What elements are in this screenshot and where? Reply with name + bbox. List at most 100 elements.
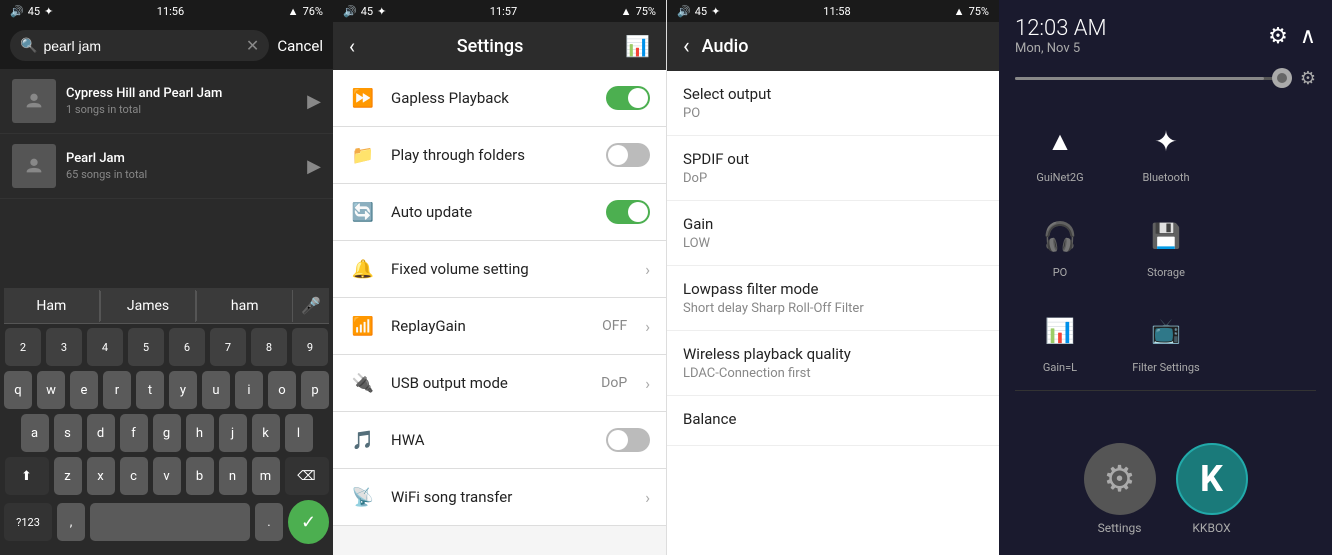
- key-f[interactable]: f: [120, 414, 148, 452]
- audio-item-spdif[interactable]: SPDIF out DoP: [667, 136, 999, 201]
- settings-app-icon[interactable]: ⚙ Settings: [1084, 443, 1156, 535]
- settings-gear-icon[interactable]: ⚙: [1268, 24, 1288, 49]
- key-s[interactable]: s: [54, 414, 82, 452]
- quick-tile-bluetooth[interactable]: ✦ Bluetooth: [1113, 101, 1219, 196]
- quick-tile-gain[interactable]: 📊 Gain=L: [1007, 291, 1113, 386]
- equalizer-icon[interactable]: 📊: [625, 34, 650, 58]
- settings-item-wifi[interactable]: 📡 WiFi song transfer ›: [333, 469, 666, 526]
- audio-item-balance[interactable]: Balance: [667, 396, 999, 446]
- collapse-icon[interactable]: ∧: [1300, 24, 1316, 49]
- key-enter[interactable]: ✓: [288, 500, 329, 544]
- quick-tile-guinet2g[interactable]: ▲ GuiNet2G: [1007, 101, 1113, 196]
- key-6[interactable]: 6: [169, 328, 205, 366]
- key-space[interactable]: [90, 503, 250, 541]
- key-m[interactable]: m: [252, 457, 280, 495]
- settings-item-hwa[interactable]: 🎵 HWA: [333, 412, 666, 469]
- cancel-button[interactable]: Cancel: [277, 37, 323, 55]
- audio-back-icon[interactable]: ‹: [683, 34, 690, 59]
- mic-icon[interactable]: 🎤: [293, 288, 329, 323]
- autoupdate-toggle[interactable]: [606, 200, 650, 224]
- key-special[interactable]: ?123: [4, 503, 52, 541]
- clear-search-icon[interactable]: ✕: [246, 36, 259, 55]
- audio-item-wireless[interactable]: Wireless playback quality LDAC-Connectio…: [667, 331, 999, 396]
- key-w[interactable]: w: [37, 371, 65, 409]
- volume-knob[interactable]: [1272, 68, 1292, 88]
- settings-item-folders[interactable]: 📁 Play through folders: [333, 127, 666, 184]
- gapless-toggle[interactable]: [606, 86, 650, 110]
- settings-item-autoupdate[interactable]: 🔄 Auto update: [333, 184, 666, 241]
- key-z[interactable]: z: [54, 457, 82, 495]
- key-3[interactable]: 3: [46, 328, 82, 366]
- folders-toggle[interactable]: [606, 143, 650, 167]
- folders-icon: 📁: [349, 141, 377, 169]
- quick-tile-filter[interactable]: 📺 Filter Settings: [1113, 291, 1219, 386]
- key-p[interactable]: p: [301, 371, 329, 409]
- suggestion-2[interactable]: James: [101, 290, 197, 322]
- key-b[interactable]: b: [186, 457, 214, 495]
- replaygain-value: OFF: [602, 318, 627, 334]
- key-x[interactable]: x: [87, 457, 115, 495]
- audio-panel: 🔊 45 ✦ 11:58 ▲ 75% ‹ Audio Select output…: [666, 0, 999, 555]
- key-shift[interactable]: ⬆: [5, 457, 49, 495]
- list-item[interactable]: Cypress Hill and Pearl Jam 1 songs in to…: [0, 69, 333, 134]
- volume-slider-area: ⚙: [999, 64, 1332, 101]
- music-subtitle-2: 65 songs in total: [66, 168, 297, 181]
- suggestion-3[interactable]: ham: [197, 290, 293, 322]
- avatar-1: [12, 79, 56, 123]
- key-7[interactable]: 7: [210, 328, 246, 366]
- wifi-tile-label: GuiNet2G: [1036, 171, 1083, 184]
- key-o[interactable]: o: [268, 371, 296, 409]
- key-9[interactable]: 9: [292, 328, 328, 366]
- key-2[interactable]: 2: [5, 328, 41, 366]
- key-v[interactable]: v: [153, 457, 181, 495]
- key-e[interactable]: e: [70, 371, 98, 409]
- key-k[interactable]: k: [252, 414, 280, 452]
- volume-slider[interactable]: [1015, 77, 1292, 80]
- back-icon[interactable]: ‹: [349, 34, 355, 58]
- quick-tile-storage[interactable]: 💾 Storage: [1113, 196, 1219, 291]
- play-icon-2[interactable]: ▶: [307, 156, 321, 177]
- settings-item-gapless[interactable]: ⏩ Gapless Playback: [333, 70, 666, 127]
- key-j[interactable]: j: [219, 414, 247, 452]
- search-input[interactable]: [43, 38, 239, 54]
- quick-tile-po[interactable]: 🎧 PO: [1007, 196, 1113, 291]
- volume-settings-icon[interactable]: ⚙: [1300, 68, 1316, 89]
- settings-item-replaygain[interactable]: 📶 ReplayGain OFF ›: [333, 298, 666, 355]
- key-l[interactable]: l: [285, 414, 313, 452]
- key-g[interactable]: g: [153, 414, 181, 452]
- hwa-toggle[interactable]: [606, 428, 650, 452]
- key-a[interactable]: a: [21, 414, 49, 452]
- search-container[interactable]: 🔍 ✕: [10, 30, 269, 61]
- key-8[interactable]: 8: [251, 328, 287, 366]
- play-icon-1[interactable]: ▶: [307, 91, 321, 112]
- key-t[interactable]: t: [136, 371, 164, 409]
- list-item[interactable]: Pearl Jam 65 songs in total ▶: [0, 134, 333, 199]
- audio-item-lowpass[interactable]: Lowpass filter mode Short delay Sharp Ro…: [667, 266, 999, 331]
- audio-item-gain[interactable]: Gain LOW: [667, 201, 999, 266]
- key-d[interactable]: d: [87, 414, 115, 452]
- kkbox-app-icon[interactable]: K KKBOX: [1176, 443, 1248, 535]
- status-bar-2: 🔊 45 ✦ 11:57 ▲ 75%: [333, 0, 666, 22]
- key-period[interactable]: .: [255, 503, 283, 541]
- key-q[interactable]: q: [4, 371, 32, 409]
- key-r[interactable]: r: [103, 371, 131, 409]
- key-backspace[interactable]: ⌫: [285, 457, 329, 495]
- key-n[interactable]: n: [219, 457, 247, 495]
- settings-item-volume[interactable]: 🔔 Fixed volume setting ›: [333, 241, 666, 298]
- key-y[interactable]: y: [169, 371, 197, 409]
- key-comma[interactable]: ,: [57, 503, 85, 541]
- key-u[interactable]: u: [202, 371, 230, 409]
- key-c[interactable]: c: [120, 457, 148, 495]
- replaygain-label: ReplayGain: [391, 317, 588, 335]
- key-5[interactable]: 5: [128, 328, 164, 366]
- chevron-right-icon: ›: [645, 260, 650, 279]
- audio-item-output[interactable]: Select output PO: [667, 71, 999, 136]
- hwa-icon: 🎵: [349, 426, 377, 454]
- suggestion-1[interactable]: Ham: [4, 290, 100, 322]
- kkbox-icon: K: [1200, 458, 1223, 500]
- key-h[interactable]: h: [186, 414, 214, 452]
- key-i[interactable]: i: [235, 371, 263, 409]
- settings-item-usb[interactable]: 🔌 USB output mode DoP ›: [333, 355, 666, 412]
- replaygain-icon: 📶: [349, 312, 377, 340]
- key-4[interactable]: 4: [87, 328, 123, 366]
